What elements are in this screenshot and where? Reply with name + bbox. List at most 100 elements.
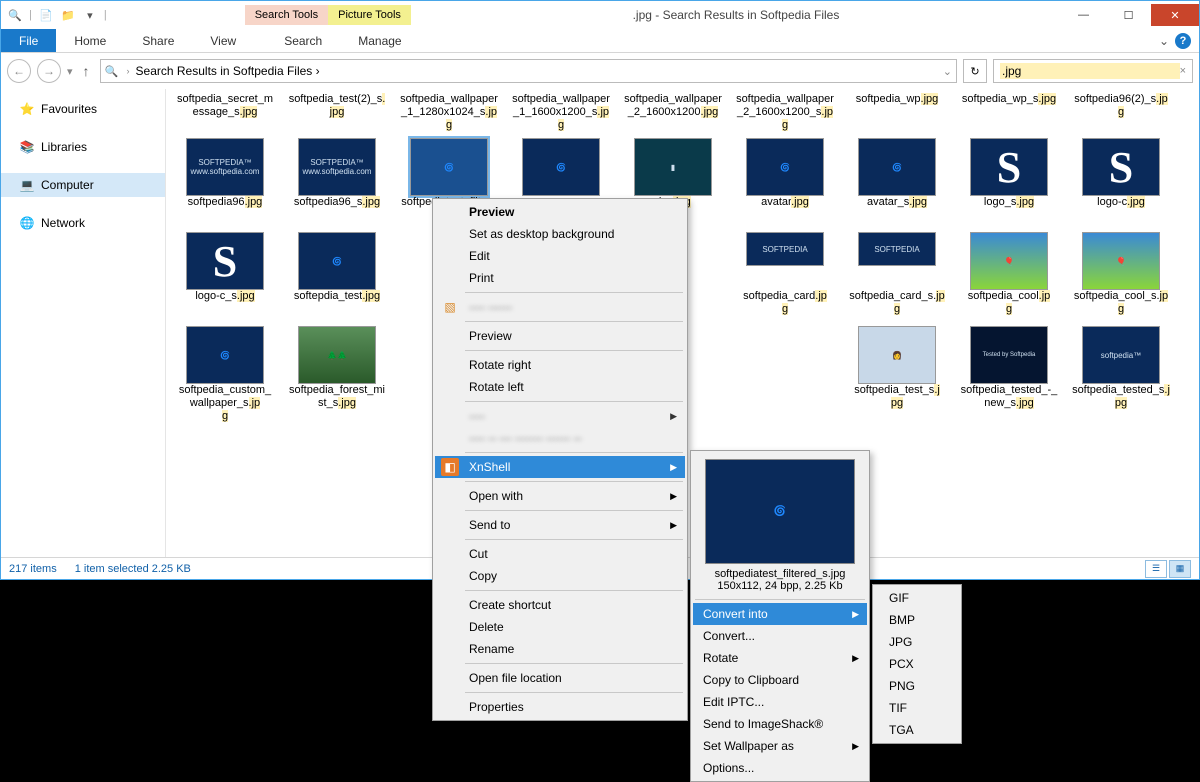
menu-edit[interactable]: Edit — [435, 245, 685, 267]
file-label[interactable]: avatar.jpg — [736, 196, 834, 222]
file-item[interactable]: SOFTPEDIA™www.softpedia.com — [176, 138, 274, 196]
file-item[interactable]: 🌀 — [848, 138, 946, 196]
home-tab[interactable]: Home — [56, 29, 124, 52]
file-label[interactable]: logo-c_s.jpg — [176, 290, 274, 316]
qat-dropdown-icon[interactable]: ▾ — [82, 7, 98, 23]
file-item[interactable]: 🌲🌲 — [288, 326, 386, 384]
menu-print[interactable]: Print — [435, 267, 685, 289]
recent-dropdown-icon[interactable]: ▾ — [67, 65, 73, 78]
menu-tif[interactable]: TIF — [875, 697, 959, 719]
file-item[interactable]: 🎈 — [1072, 232, 1170, 290]
address-dropdown-icon[interactable]: ⌄ — [943, 65, 952, 78]
menu-convert[interactable]: Convert... — [693, 625, 867, 647]
forward-button[interactable]: → — [37, 59, 61, 83]
file-label[interactable]: softpedia96(2)_s.jpg — [1072, 93, 1170, 132]
file-item[interactable]: softpedia™ — [1072, 326, 1170, 384]
icons-view-button[interactable]: ▦ — [1169, 560, 1191, 578]
file-label[interactable]: softpedia_wallpaper_2_1600x1200_s.jpg — [736, 93, 834, 132]
close-button[interactable]: ✕ — [1151, 4, 1199, 26]
file-label[interactable]: softpedia_wallpaper_2_1600x1200.jpg — [624, 93, 722, 132]
file-item[interactable]: SOFTPEDIA™www.softpedia.com — [288, 138, 386, 196]
file-item[interactable]: S — [1072, 138, 1170, 196]
file-label[interactable]: softpedia_cool_s.jpg — [1072, 290, 1170, 316]
picture-tools-tab[interactable]: Picture Tools — [328, 5, 411, 25]
menu-xnshell[interactable]: ◧XnShell▶ — [435, 456, 685, 478]
file-label[interactable]: avatar_s.jpg — [848, 196, 946, 222]
file-item[interactable]: 🌀 — [736, 138, 834, 196]
menu-create-shortcut[interactable]: Create shortcut — [435, 594, 685, 616]
back-button[interactable]: ← — [7, 59, 31, 83]
menu-properties[interactable]: Properties — [435, 696, 685, 718]
file-item[interactable]: SOFTPEDIA — [848, 232, 946, 290]
file-label[interactable]: softpedia96.jpg — [176, 196, 274, 222]
menu-bmp[interactable]: BMP — [875, 609, 959, 631]
menu-cut[interactable]: Cut — [435, 543, 685, 565]
refresh-button[interactable]: ↻ — [963, 59, 987, 83]
file-label[interactable]: softpedia_secret_message_s.jpg — [176, 93, 274, 132]
menu-copy[interactable]: Copy — [435, 565, 685, 587]
folder-icon[interactable]: 📁 — [60, 7, 76, 23]
file-label[interactable]: softpedia_tested_-_new_s.jpg — [960, 384, 1058, 423]
minimize-button[interactable]: — — [1061, 4, 1106, 26]
menu-tga[interactable]: TGA — [875, 719, 959, 741]
file-item[interactable]: ▮ — [624, 138, 722, 196]
file-label[interactable]: softpedia_wp.jpg — [848, 93, 946, 132]
file-label[interactable]: softpedia_test_s.jpg — [848, 384, 946, 423]
menu-set-wallpaper[interactable]: Set Wallpaper as▶ — [693, 735, 867, 757]
file-item[interactable]: 🌀 — [176, 326, 274, 384]
address-input[interactable]: 🔍 › Search Results in Softpedia Files › … — [100, 59, 957, 83]
file-tab[interactable]: File — [1, 29, 56, 52]
file-item[interactable]: 🌀 — [512, 138, 610, 196]
view-tab[interactable]: View — [192, 29, 254, 52]
menu-open-location[interactable]: Open file location — [435, 667, 685, 689]
sidebar-item-computer[interactable]: 💻Computer — [1, 173, 165, 197]
file-label[interactable]: softpedia_cool.jpg — [960, 290, 1058, 316]
file-label[interactable]: softpedia_tested_s.jpg — [1072, 384, 1170, 423]
file-item[interactable]: 🌀 — [288, 232, 386, 290]
menu-edit-iptc[interactable]: Edit IPTC... — [693, 691, 867, 713]
sidebar-item-libraries[interactable]: 📚Libraries — [1, 135, 165, 159]
menu-png[interactable]: PNG — [875, 675, 959, 697]
menu-send-imageshack[interactable]: Send to ImageShack® — [693, 713, 867, 735]
share-tab[interactable]: Share — [124, 29, 192, 52]
new-folder-icon[interactable]: 📄 — [38, 7, 54, 23]
search-value[interactable]: .jpg — [1000, 63, 1180, 79]
clear-search-icon[interactable]: × — [1180, 65, 1186, 77]
search-box[interactable]: .jpg × — [993, 59, 1193, 83]
menu-rotate[interactable]: Rotate▶ — [693, 647, 867, 669]
menu-jpg[interactable]: JPG — [875, 631, 959, 653]
file-item[interactable]: Tested by Softpedia — [960, 326, 1058, 384]
file-label[interactable]: softpedia_wallpaper_1_1280x1024_s.jpg — [400, 93, 498, 132]
file-label[interactable]: softpedia_custom_wallpaper_s.jpg — [176, 384, 274, 423]
file-label[interactable]: logo_s.jpg — [960, 196, 1058, 222]
menu-convert-into[interactable]: Convert into▶ — [693, 603, 867, 625]
menu-rotate-left[interactable]: Rotate left — [435, 376, 685, 398]
details-view-button[interactable]: ☰ — [1145, 560, 1167, 578]
file-item[interactable]: 👩 — [848, 326, 946, 384]
sidebar-item-network[interactable]: 🌐Network — [1, 211, 165, 235]
file-label[interactable]: softpedia96_s.jpg — [288, 196, 386, 222]
file-item[interactable]: S — [960, 138, 1058, 196]
properties-icon[interactable]: 🔍 — [7, 7, 23, 23]
maximize-button[interactable]: ☐ — [1106, 4, 1151, 26]
file-label[interactable]: logo-c.jpg — [1072, 196, 1170, 222]
search-tab[interactable]: Search — [266, 29, 340, 52]
menu-preview-2[interactable]: Preview — [435, 325, 685, 347]
menu-blurred-item[interactable]: ▧---- ------ — [435, 296, 685, 318]
menu-open-with[interactable]: Open with▶ — [435, 485, 685, 507]
file-label[interactable]: softpedia_card_s.jpg — [848, 290, 946, 316]
menu-gif[interactable]: GIF — [875, 587, 959, 609]
menu-set-background[interactable]: Set as desktop background — [435, 223, 685, 245]
sidebar-item-favourites[interactable]: ⭐Favourites — [1, 97, 165, 121]
menu-options[interactable]: Options... — [693, 757, 867, 779]
menu-blurred-item[interactable]: ----▶ — [435, 405, 685, 427]
search-tools-tab[interactable]: Search Tools — [245, 5, 328, 25]
menu-copy-clipboard[interactable]: Copy to Clipboard — [693, 669, 867, 691]
collapse-ribbon-icon[interactable]: ⌄ — [1159, 34, 1169, 48]
menu-preview[interactable]: Preview — [435, 201, 685, 223]
menu-delete[interactable]: Delete — [435, 616, 685, 638]
menu-pcx[interactable]: PCX — [875, 653, 959, 675]
file-item[interactable]: SOFTPEDIA — [736, 232, 834, 290]
up-button[interactable]: ↑ — [79, 63, 94, 79]
file-label[interactable]: softpedia_wallpaper_1_1600x1200_s.jpg — [512, 93, 610, 132]
